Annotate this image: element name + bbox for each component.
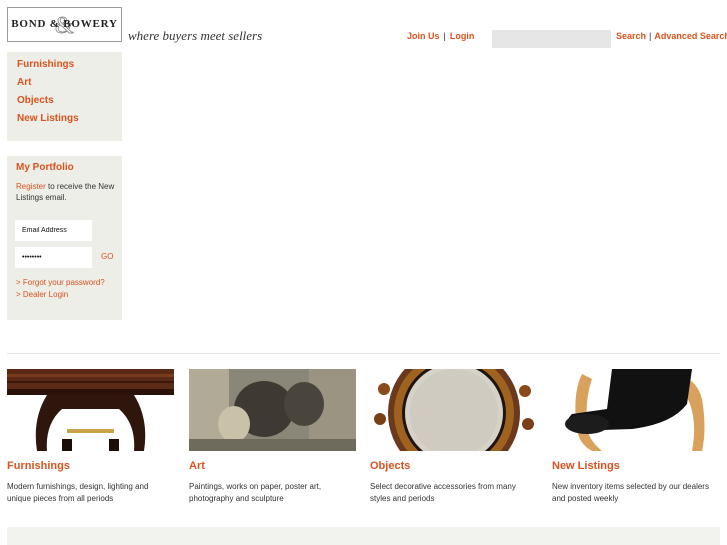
tagline: where buyers meet sellers — [128, 28, 263, 43]
divider — [7, 353, 720, 354]
nav-item-objects[interactable]: Objects — [17, 92, 112, 110]
tile-title[interactable]: New Listings — [552, 460, 719, 472]
footer-bar — [7, 527, 720, 545]
account-links: Join Us | Login — [407, 31, 475, 41]
search-button[interactable]: Search — [616, 31, 646, 41]
painting-image[interactable] — [189, 369, 356, 451]
tile-description: Modern furnishings, design, lighting and… — [7, 482, 149, 503]
tile-objects: Objects Select decorative accessories fr… — [370, 369, 537, 504]
tile-description: Select decorative accessories from many … — [370, 482, 516, 503]
category-nav: Furnishings Art Objects New Listings — [7, 52, 122, 141]
dealer-login-link[interactable]: > Dealer Login — [16, 290, 68, 299]
login-link[interactable]: Login — [450, 31, 475, 41]
tile-furnishings: Furnishings Modern furnishings, design, … — [7, 369, 174, 504]
tile-title[interactable]: Objects — [370, 460, 537, 472]
tile-description: New inventory items selected by our deal… — [552, 482, 709, 503]
email-field[interactable] — [15, 220, 92, 241]
search-links: Search | Advanced Search — [616, 31, 727, 41]
lounge-chair-image[interactable] — [552, 369, 719, 451]
portfolio-title: My Portfolio — [16, 162, 74, 173]
site-logo[interactable]: & BOND & BOWERY — [7, 7, 122, 42]
forgot-password-link[interactable]: > Forgot your password? — [16, 278, 105, 287]
console-table-image[interactable] — [7, 369, 174, 451]
password-field[interactable] — [15, 247, 92, 268]
tile-new-listings: New Listings New inventory items selecte… — [552, 369, 719, 504]
tile-art: Art Paintings, works on paper, poster ar… — [189, 369, 356, 504]
logo-text: BOND & BOWERY — [11, 18, 118, 30]
join-link[interactable]: Join Us — [407, 31, 440, 41]
search-input[interactable] — [492, 30, 611, 48]
go-button[interactable]: GO — [101, 252, 113, 261]
advanced-search-link[interactable]: Advanced Search — [654, 31, 727, 41]
register-text: Register to receive the New Listings ema… — [16, 181, 116, 203]
portfolio-panel: My Portfolio Register to receive the New… — [7, 156, 122, 320]
tile-description: Paintings, works on paper, poster art, p… — [189, 482, 322, 503]
nav-item-new-listings[interactable]: New Listings — [17, 110, 112, 128]
tile-title[interactable]: Art — [189, 460, 356, 472]
mirror-image[interactable] — [370, 369, 537, 451]
nav-item-furnishings[interactable]: Furnishings — [17, 56, 112, 74]
nav-item-art[interactable]: Art — [17, 74, 112, 92]
tile-title[interactable]: Furnishings — [7, 460, 174, 472]
register-link[interactable]: Register — [16, 182, 46, 191]
